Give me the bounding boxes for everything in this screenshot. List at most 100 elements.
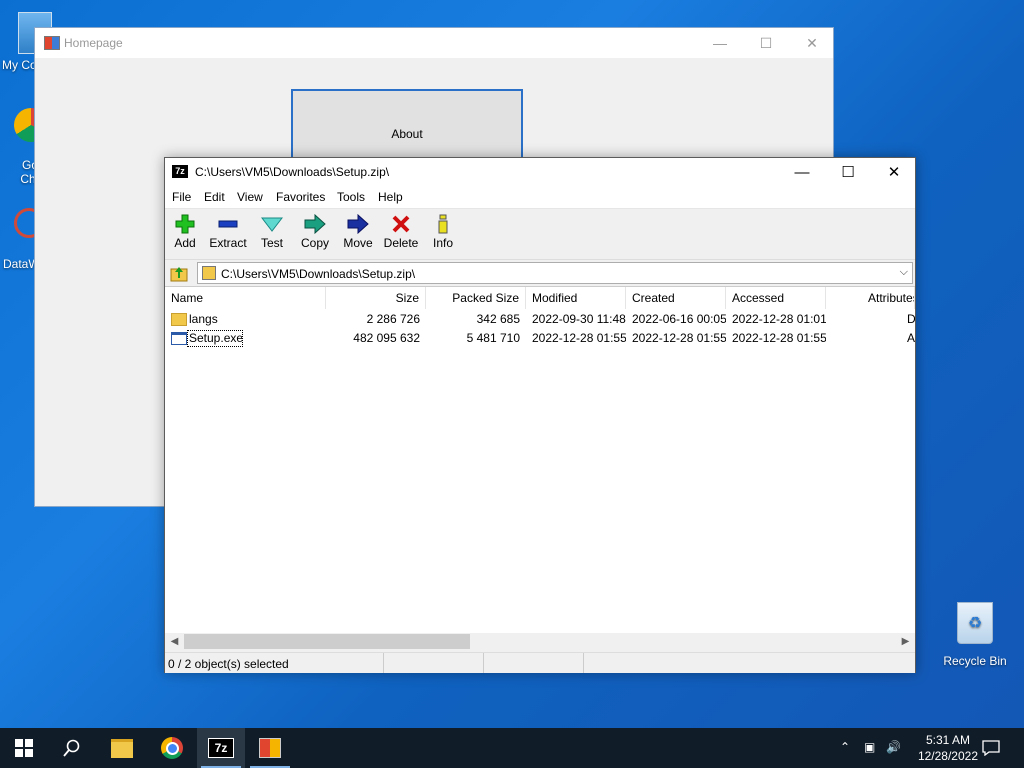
menu-favorites[interactable]: Favorites [276, 190, 325, 204]
taskbar: 7z ⌃ ▣ 🔊 5:31 AM 12/28/2022 [0, 728, 1024, 768]
close-button[interactable]: ✕ [789, 28, 835, 58]
file-attributes: A [907, 331, 915, 345]
extract-button[interactable]: Extract [208, 213, 248, 250]
table-row[interactable]: Setup.exe 482 095 632 5 481 710 2022-12-… [165, 329, 915, 348]
7zip-window[interactable]: 7z C:\Users\VM5\Downloads\Setup.zip\ — ☐… [164, 157, 916, 673]
notification-icon [982, 740, 1000, 756]
start-button[interactable] [0, 728, 48, 768]
column-header-row: Name Size Packed Size Modified Created A… [165, 287, 915, 309]
test-label: Test [260, 236, 283, 250]
chevron-down-icon[interactable]: ⌵ [900, 266, 908, 279]
maximize-button[interactable]: ☐ [825, 158, 871, 186]
address-bar: C:\Users\VM5\Downloads\Setup.zip\ ⌵ [165, 260, 915, 286]
taskbar-homepage-app[interactable] [246, 728, 294, 768]
address-field[interactable]: C:\Users\VM5\Downloads\Setup.zip\ ⌵ [197, 262, 913, 284]
test-button[interactable]: Test [252, 213, 292, 250]
menu-bar: File Edit View Favorites Tools Help [165, 186, 915, 209]
scroll-right-icon[interactable]: ▶ [897, 634, 914, 649]
chevron-up-icon[interactable]: ⌃ [840, 740, 850, 754]
delete-label: Delete [383, 236, 419, 250]
column-header-packed-size[interactable]: Packed Size [426, 287, 526, 309]
homepage-titlebar[interactable]: Homepage — ☐ ✕ [35, 28, 833, 58]
copy-arrow-icon [295, 213, 335, 235]
taskbar-7zip[interactable]: 7z [197, 728, 245, 768]
minimize-button[interactable]: — [697, 28, 743, 58]
move-button[interactable]: Move [338, 213, 378, 250]
desktop-icon-label: Recycle Bin [943, 654, 1007, 668]
file-list[interactable]: Name Size Packed Size Modified Created A… [165, 286, 915, 650]
column-header-modified[interactable]: Modified [526, 287, 626, 309]
add-label: Add [174, 236, 196, 250]
file-size: 2 286 726 [366, 312, 420, 326]
search-button[interactable] [48, 728, 96, 768]
scroll-left-icon[interactable]: ◀ [166, 634, 183, 649]
file-accessed: 2022-12-28 01:01 [732, 312, 826, 326]
7zip-title: C:\Users\VM5\Downloads\Setup.zip\ [195, 165, 390, 179]
windows-logo-icon [15, 739, 33, 757]
zip-archive-icon [202, 266, 216, 280]
minus-icon [208, 213, 248, 235]
status-bar: 0 / 2 object(s) selected [165, 652, 915, 673]
taskbar-file-explorer[interactable] [98, 728, 146, 768]
file-modified: 2022-09-30 11:48 [532, 312, 626, 326]
menu-edit[interactable]: Edit [204, 190, 225, 204]
notification-button[interactable] [968, 728, 1014, 768]
menu-view[interactable]: View [237, 190, 263, 204]
app-icon [44, 36, 60, 50]
minimize-button[interactable]: — [779, 158, 825, 186]
extract-label: Extract [209, 236, 247, 250]
homepage-title: Homepage [64, 36, 123, 50]
add-button[interactable]: Add [165, 213, 205, 250]
file-created: 2022-12-28 01:55 [632, 331, 726, 345]
info-icon [423, 213, 463, 235]
file-size: 482 095 632 [353, 331, 420, 345]
up-folder-button[interactable] [169, 263, 189, 283]
chrome-icon [161, 737, 183, 759]
recycle-bin-icon: ♻ [957, 602, 993, 644]
info-label: Info [432, 236, 453, 250]
column-header-accessed[interactable]: Accessed [726, 287, 826, 309]
column-header-attributes[interactable]: Attributes [826, 287, 915, 309]
status-segment [384, 653, 484, 673]
desktop-icon-label: My Co [2, 58, 37, 72]
horizontal-scrollbar[interactable]: ◀ ▶ [165, 633, 915, 650]
7zip-titlebar[interactable]: 7z C:\Users\VM5\Downloads\Setup.zip\ — ☐… [165, 158, 915, 186]
file-accessed: 2022-12-28 01:55 [732, 331, 826, 345]
file-attributes: D [907, 312, 915, 326]
menu-help[interactable]: Help [378, 190, 403, 204]
file-modified: 2022-12-28 01:55 [532, 331, 626, 345]
up-folder-icon [170, 267, 188, 282]
column-header-name[interactable]: Name [165, 287, 326, 309]
delete-x-icon [381, 213, 421, 235]
folder-icon [111, 738, 133, 758]
app-icon [259, 738, 281, 758]
taskbar-chrome[interactable] [148, 728, 196, 768]
volume-icon[interactable]: 🔊 [886, 740, 901, 754]
delete-button[interactable]: Delete [381, 213, 421, 250]
file-name: Setup.exe [187, 330, 243, 347]
column-header-size[interactable]: Size [326, 287, 426, 309]
menu-tools[interactable]: Tools [337, 190, 365, 204]
checkmark-icon [252, 213, 292, 235]
network-icon[interactable]: ▣ [864, 740, 875, 754]
status-segment: 0 / 2 object(s) selected [165, 653, 384, 673]
info-button[interactable]: Info [423, 213, 463, 250]
toolbar: Add Extract Test Copy Move Delete Info [165, 209, 915, 260]
file-name: langs [189, 312, 218, 326]
address-text: C:\Users\VM5\Downloads\Setup.zip\ [221, 267, 416, 281]
column-header-created[interactable]: Created [626, 287, 726, 309]
menu-file[interactable]: File [172, 190, 191, 204]
scrollbar-thumb[interactable] [184, 634, 470, 649]
status-segment [484, 653, 584, 673]
desktop-icon-recycle-bin[interactable]: ♻ Recycle Bin [940, 602, 1010, 668]
maximize-button[interactable]: ☐ [743, 28, 789, 58]
move-arrow-icon [338, 213, 378, 235]
copy-button[interactable]: Copy [295, 213, 335, 250]
file-packed-size: 5 481 710 [466, 331, 520, 345]
file-packed-size: 342 685 [476, 312, 520, 326]
7zip-logo-icon: 7z [172, 165, 188, 178]
close-button[interactable]: ✕ [871, 158, 917, 186]
table-row[interactable]: langs 2 286 726 342 685 2022-09-30 11:48… [165, 310, 915, 329]
7zip-taskbar-icon: 7z [208, 738, 234, 758]
status-text: 0 / 2 object(s) selected [168, 657, 289, 671]
